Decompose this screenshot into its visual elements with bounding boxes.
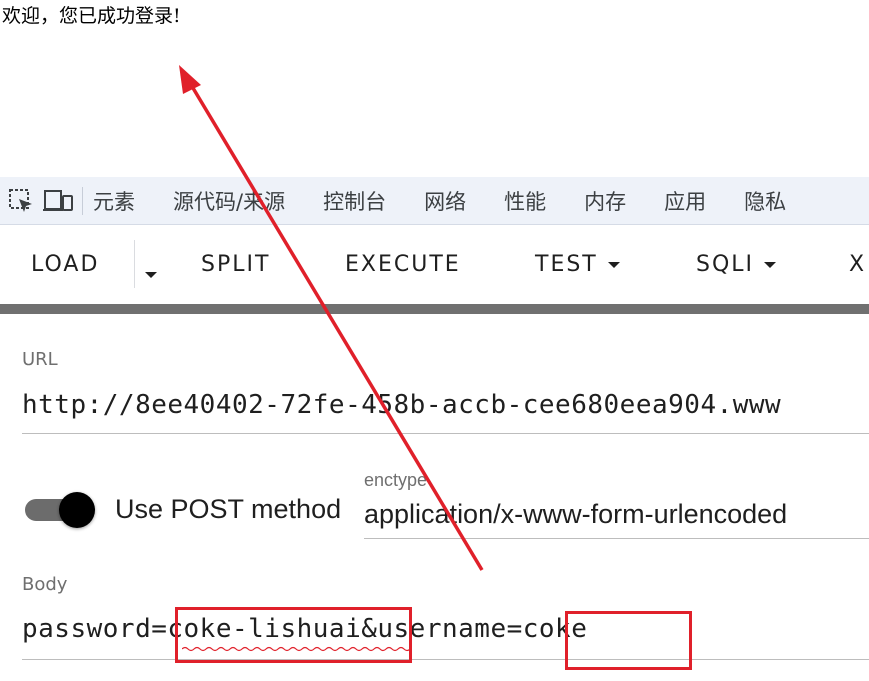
annotation-arrow-icon <box>179 65 484 571</box>
